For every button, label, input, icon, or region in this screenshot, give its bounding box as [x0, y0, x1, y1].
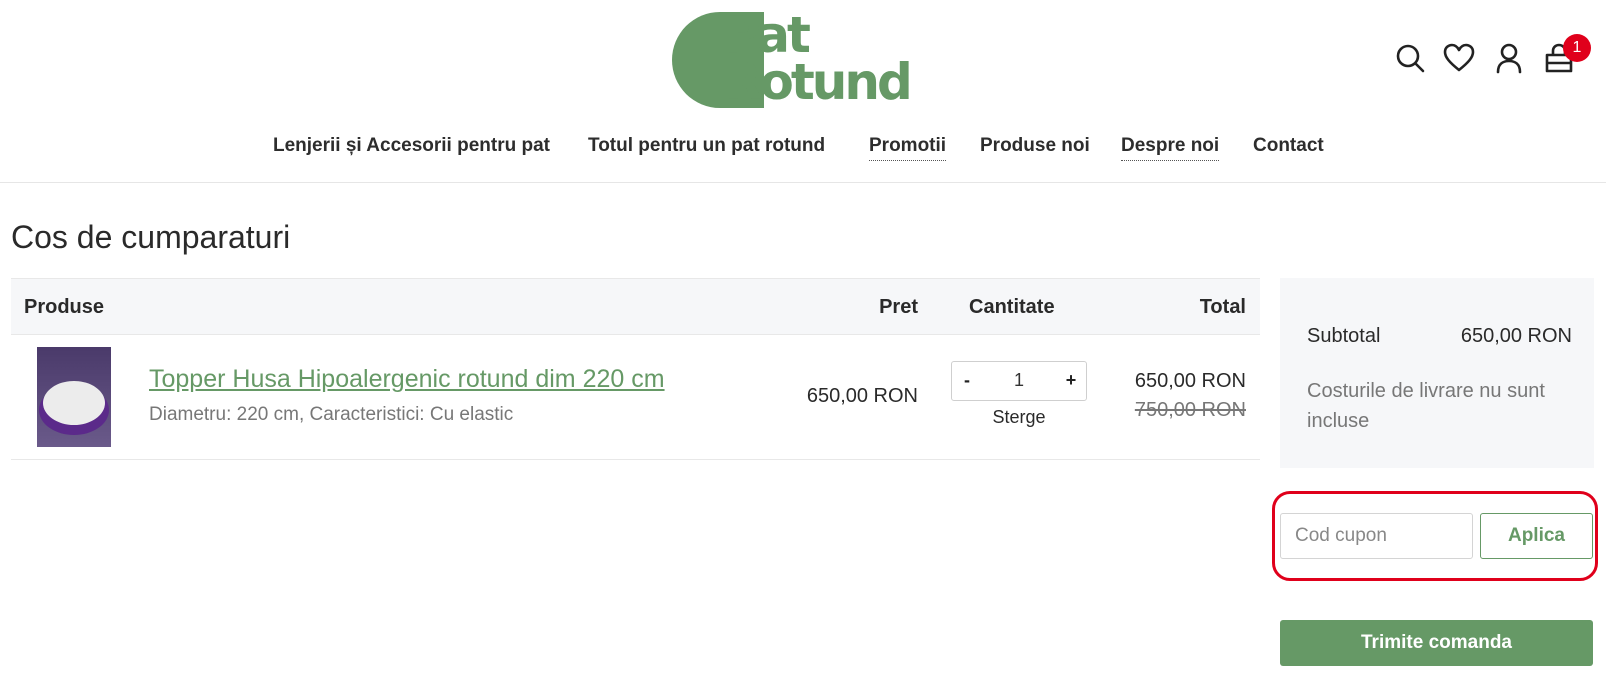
cart-table: Produse Pret Cantitate Total Topper Husa… — [11, 278, 1260, 460]
main-nav: Lenjerii și Accesorii pentru pat Totul p… — [0, 132, 1606, 162]
column-header-products: Produse — [24, 296, 105, 318]
product-thumbnail-mattress — [43, 381, 105, 425]
quantity-increase-button[interactable]: + — [1056, 370, 1086, 391]
logo[interactable]: Pat Rotund — [672, 10, 934, 110]
nav-item-promotii[interactable]: Promotii — [869, 132, 947, 161]
site-header: Pat Rotund 1 Lenjerii și Accesorii pentr… — [0, 0, 1606, 183]
submit-order-button[interactable]: Trimite comanda — [1280, 620, 1593, 666]
logo-text-line2: Rotund — [724, 53, 913, 111]
quantity-decrease-button[interactable]: - — [952, 370, 982, 391]
item-total-old: 750,00 RON — [1134, 399, 1246, 421]
product-name-link[interactable]: Topper Husa Hipoalergenic rotund dim 220… — [149, 365, 665, 394]
nav-item-lenjerii[interactable]: Lenjerii și Accesorii pentru pat — [273, 132, 550, 160]
remove-item-button[interactable]: Sterge — [951, 407, 1087, 428]
heart-icon[interactable] — [1443, 42, 1475, 74]
column-header-total: Total — [1199, 296, 1246, 318]
subtotal-value: 650,00 RON — [1460, 325, 1572, 347]
quantity-stepper: - 1 + — [951, 361, 1087, 401]
column-header-price: Pret — [879, 296, 918, 318]
product-price: 650,00 RON — [806, 385, 918, 407]
search-icon[interactable] — [1394, 42, 1426, 74]
cart-item-row: Topper Husa Hipoalergenic rotund dim 220… — [11, 335, 1260, 460]
subtotal-label: Subtotal — [1307, 325, 1381, 347]
order-summary: Subtotal 650,00 RON Costurile de livrare… — [1280, 278, 1594, 468]
nav-item-produse-noi[interactable]: Produse noi — [980, 132, 1090, 160]
page-title: Cos de cumparaturi — [11, 219, 291, 255]
cart-table-header: Produse Pret Cantitate Total — [11, 278, 1260, 335]
apply-coupon-button[interactable]: Aplica — [1480, 513, 1593, 559]
nav-item-pat-rotund[interactable]: Totul pentru un pat rotund — [588, 132, 825, 160]
item-total: 650,00 RON — [1134, 370, 1246, 392]
nav-item-despre-noi[interactable]: Despre noi — [1121, 132, 1220, 161]
product-thumbnail[interactable] — [37, 347, 111, 447]
quantity-input[interactable]: 1 — [992, 370, 1046, 391]
coupon-input[interactable] — [1280, 513, 1473, 559]
user-icon[interactable] — [1493, 42, 1525, 74]
product-variant: Diametru: 220 cm, Caracteristici: Cu ela… — [149, 404, 514, 425]
column-header-quantity: Cantitate — [969, 296, 1055, 318]
cart-count-badge: 1 — [1563, 34, 1591, 62]
shipping-note: Costurile de livrare nu sunt incluse — [1307, 380, 1545, 432]
nav-item-contact[interactable]: Contact — [1253, 132, 1324, 160]
